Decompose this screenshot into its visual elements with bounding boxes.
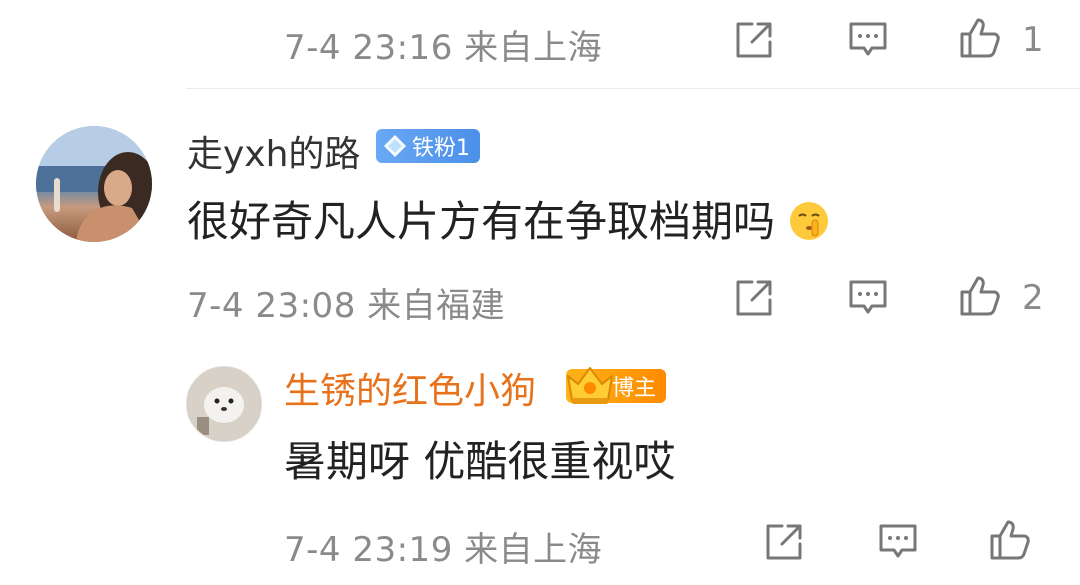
avatar-photo: [187, 367, 261, 441]
thumbs-up-icon[interactable]: [958, 274, 1002, 318]
comment-meta: 7-4 23:16 来自上海: [284, 28, 603, 68]
avatar[interactable]: [186, 366, 262, 442]
like-count: 2: [1022, 278, 1044, 318]
comment-body: 很好奇凡人片方有在争取档期吗: [187, 197, 776, 246]
divider: [186, 88, 1080, 89]
badge-label: 博主: [612, 376, 657, 401]
diamond-icon: [384, 135, 406, 157]
badge-label: 铁粉1: [412, 136, 470, 161]
username[interactable]: 生锈的红色小狗: [284, 362, 536, 414]
comment-text: 暑期呀 优酷很重视哎: [284, 437, 676, 486]
comment-icon[interactable]: [846, 276, 890, 320]
avatar-photo: [36, 126, 152, 242]
comment-icon[interactable]: [846, 18, 890, 62]
username[interactable]: 走yxh的路: [187, 125, 360, 177]
comment-meta: 7-4 23:19 来自上海: [284, 530, 603, 570]
comment-icon[interactable]: [876, 520, 920, 564]
thumbs-up-icon[interactable]: [988, 518, 1032, 562]
share-icon[interactable]: [732, 276, 776, 320]
like-count: 1: [1022, 20, 1044, 60]
comment-meta: 7-4 23:08 来自福建: [187, 286, 506, 326]
share-icon[interactable]: [762, 520, 806, 564]
share-icon[interactable]: [732, 18, 776, 62]
shush-emoji-icon: [790, 202, 829, 240]
thumbs-up-icon[interactable]: [958, 16, 1002, 60]
fan-badge[interactable]: 铁粉1: [376, 129, 480, 163]
avatar[interactable]: [36, 126, 152, 242]
comment-text: 很好奇凡人片方有在争取档期吗: [187, 188, 830, 249]
crown-icon: [567, 367, 613, 404]
